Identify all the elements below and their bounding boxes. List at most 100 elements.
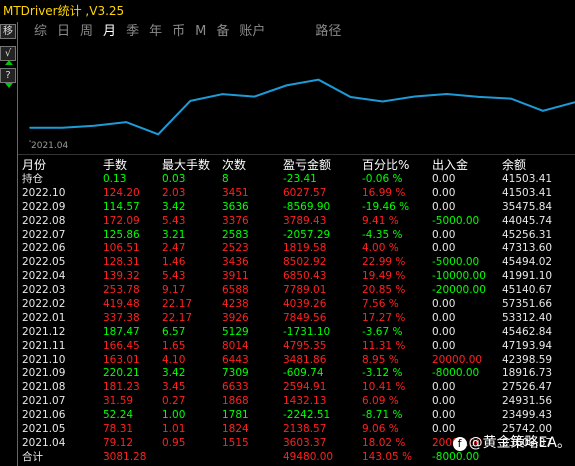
cell-7: 35475.84 [502,200,553,213]
cell-3: 2523 [222,242,249,255]
tab-10[interactable] [271,22,311,42]
table-row: 2022.03 253.78 9.17 6588 7789.01 20.85 % -2000… [0,283,575,297]
cell-4: 4039.26 [283,298,327,311]
table-header: 月份 手数 最大手数 次数 盈亏金额 百分比% 出入金 余额 [0,156,575,172]
cell-3: 1781 [222,409,249,422]
cell-5: 18.02 % [362,436,406,449]
cell-2: 3.21 [162,228,186,241]
cell-3: 1515 [222,436,249,449]
cell-1: 128.31 [103,256,140,269]
table-row: 2021.06 52.24 1.00 1781 -2242.51 -8.71 % 0.00 2… [0,408,575,422]
cell-5: 6.09 % [362,395,399,408]
table-row: 2022.02 419.48 22.17 4238 4039.26 7.56 % 0.00 5… [0,297,575,311]
facebook-icon: f [452,437,467,451]
cell-6: 20000.00 [432,353,483,366]
chart-separator [18,154,575,155]
cell-1: 3081.28 [103,450,147,463]
move-button[interactable]: 移 [0,24,16,39]
cell-7: 53312.40 [502,311,553,324]
cell-7: 24931.56 [502,395,553,408]
balance-point-0 [29,126,31,129]
balance-point-13 [446,93,448,95]
header-col-5: 百分比% [362,158,410,172]
cell-0: 2021.12 [22,325,66,338]
tab-4[interactable]: 季 [122,22,145,42]
cell-1: 52.24 [103,409,134,422]
balance-point-10 [349,96,352,98]
cell-3: 3636 [222,200,249,213]
cell-3: 3376 [222,214,249,227]
cell-5: 19.49 % [362,270,406,283]
up-arrow-icon [5,60,13,65]
cell-5: -8.71 % [362,409,403,422]
cell-4: 8502.92 [283,256,327,269]
cell-4: 6850.43 [283,270,327,283]
cell-1: 172.09 [103,214,140,227]
cell-7: 47313.60 [502,242,553,255]
cell-1: 114.57 [103,200,140,213]
cell-4: 1432.13 [283,395,327,408]
cell-7: 27526.47 [502,381,553,394]
cell-1: 166.45 [103,339,140,352]
tab-6[interactable]: 币 [168,22,191,42]
check-button[interactable]: √ [0,46,16,61]
cell-0: 2021.06 [22,409,66,422]
cell-7: 45140.67 [502,284,553,297]
cell-5: 10.41 % [362,381,406,394]
header-col-0: 月份 [22,158,47,172]
cell-5: 143.05 % [362,450,413,463]
table-row: 2021.11 166.45 1.65 8014 4795.35 11.31 % 0.00 4… [0,339,575,353]
x-tick-label: 2021.04 [31,141,68,151]
cell-6: 0.00 [432,381,456,394]
table-row: 2021.09 220.21 3.42 7309 -609.74 -3.12 % -8000… [0,366,575,380]
tab-11[interactable]: 路径 [311,22,347,42]
cell-4: -1731.10 [283,325,331,338]
cell-2: 0.03 [162,173,186,185]
cell-4: 4795.35 [283,339,327,352]
tab-2[interactable]: 周 [76,22,99,42]
tab-0[interactable]: 综 [30,22,53,42]
cell-3: 2583 [222,228,249,241]
cell-7: 47193.94 [502,339,553,352]
cell-0: 2022.03 [22,284,66,297]
cell-7: 42398.59 [502,353,553,366]
cell-6: 0.00 [432,395,456,408]
cell-7: 44045.74 [502,214,553,227]
cell-1: 220.21 [103,367,140,380]
cell-4: 1819.58 [283,242,327,255]
tab-5[interactable]: 年 [145,22,168,42]
tab-8[interactable]: 备 [212,22,235,42]
cell-3: 6588 [222,284,249,297]
help-button[interactable]: ? [0,68,16,83]
tab-1[interactable]: 日 [53,22,76,42]
table-row: 持仓 0.13 0.03 8 -23.41 -0.06 % 0.00 41503.41 [0,172,575,186]
cell-4: -2057.29 [283,228,331,241]
cell-7: 41991.10 [502,270,553,283]
cell-5: 17.27 % [362,311,406,324]
cell-7: 41503.41 [502,186,553,199]
cell-1: 125.86 [103,228,140,241]
cell-6: -8000.00 [432,367,480,380]
tab-7[interactable]: M [191,22,212,42]
cell-3: 3451 [222,186,249,199]
table-row: 2022.04 139.32 5.43 3911 6850.43 19.49 % -1000… [0,269,575,283]
cell-5: 4.00 % [362,242,399,255]
cell-2: 9.17 [162,284,186,297]
cell-7: 18916.73 [502,367,553,380]
balance-point-6 [221,93,224,95]
cell-6: -10000.00 [432,270,486,283]
table-row: 2022.06 106.51 2.47 2523 1819.58 4.00 % 0.00 47… [0,241,575,255]
tab-9[interactable]: 账户 [235,22,271,42]
table-body: 持仓 0.13 0.03 8 -23.41 -0.06 % 0.00 41503.41 2022… [0,172,575,464]
cell-5: 9.06 % [362,423,399,436]
cell-3: 8014 [222,339,249,352]
cell-4: -609.74 [283,367,324,380]
balance-point-16 [542,110,544,112]
cell-7: 57351.66 [502,298,553,311]
cell-0: 2021.07 [22,395,66,408]
cell-4: -23.41 [283,173,317,185]
cell-0: 合计 [22,450,43,463]
tab-3[interactable]: 月 [99,22,122,42]
cell-4: 3603.37 [283,436,327,449]
cell-3: 3911 [222,270,249,283]
